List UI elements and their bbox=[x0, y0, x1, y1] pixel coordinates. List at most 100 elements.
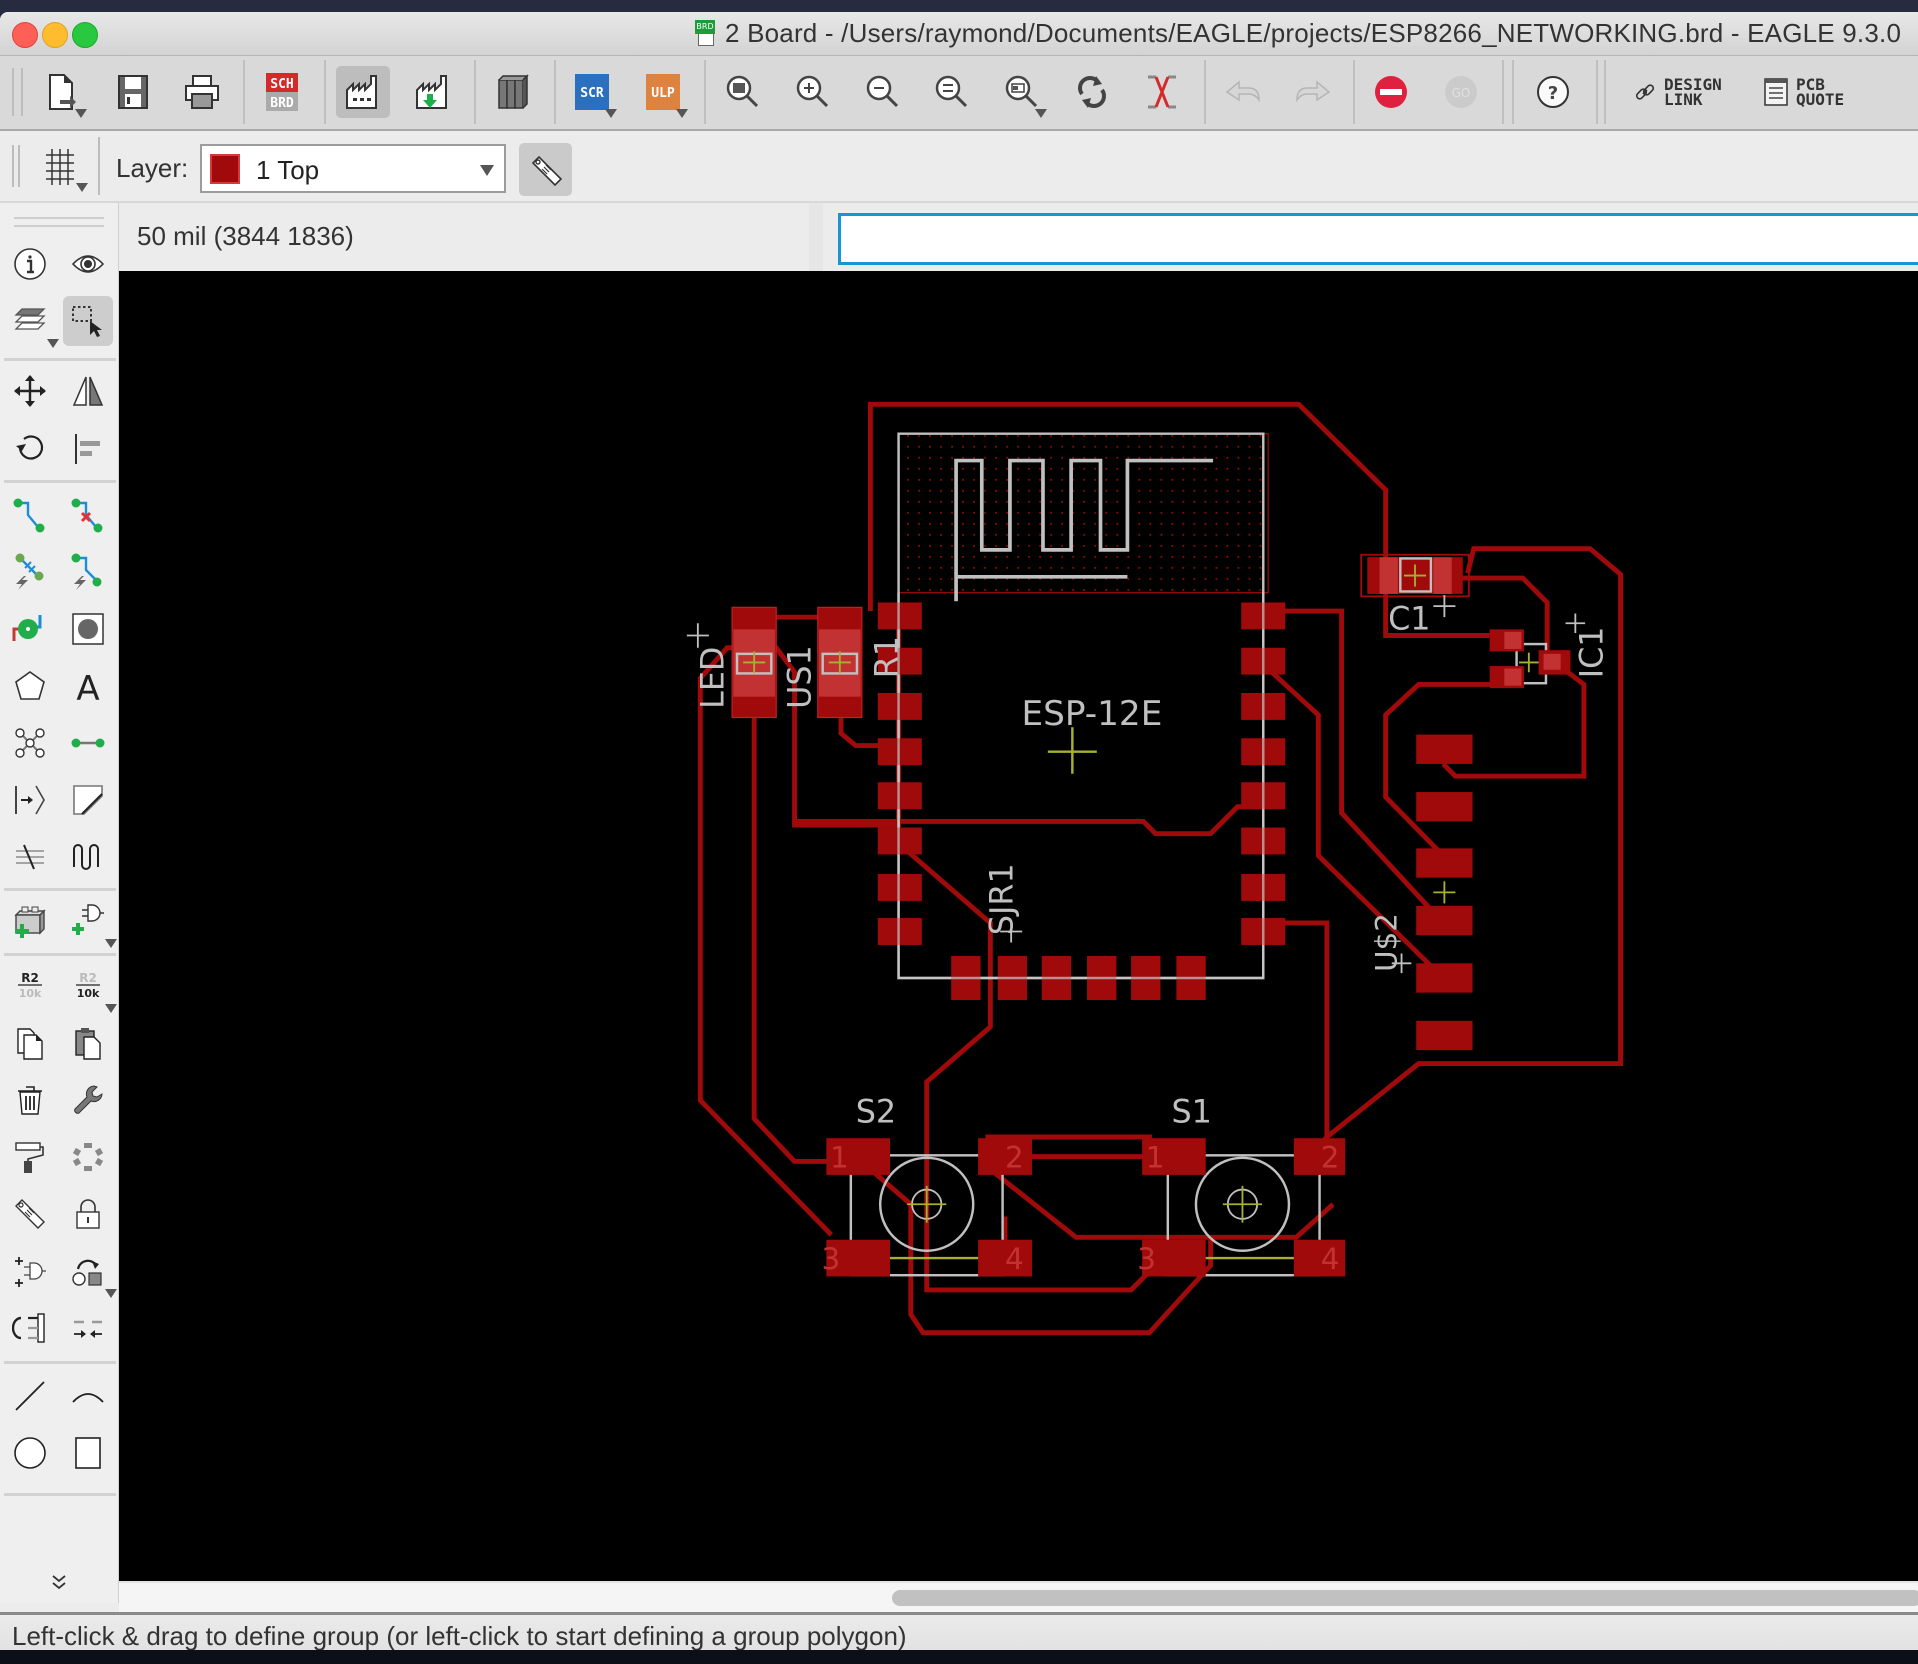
redo-button[interactable] bbox=[1286, 66, 1340, 118]
autorouter-tool[interactable] bbox=[5, 547, 55, 597]
group-select-tool[interactable] bbox=[63, 296, 113, 346]
meander-length-tool[interactable] bbox=[5, 832, 55, 882]
replace-tool[interactable] bbox=[5, 1246, 55, 1296]
move-tool[interactable] bbox=[5, 366, 55, 416]
via-tool[interactable] bbox=[5, 604, 55, 654]
open-button[interactable] bbox=[35, 66, 89, 118]
zoom-redraw-button[interactable] bbox=[925, 66, 979, 118]
zoom-menu-arrow[interactable] bbox=[1035, 109, 1047, 118]
copy-tool[interactable] bbox=[5, 1018, 55, 1068]
info-tool[interactable] bbox=[5, 239, 55, 289]
show-tool[interactable] bbox=[63, 239, 113, 289]
zoom-select-button[interactable] bbox=[995, 66, 1049, 118]
zoom-fit-button[interactable] bbox=[716, 66, 770, 118]
grid-button[interactable] bbox=[38, 143, 90, 193]
lock-tool[interactable] bbox=[63, 1189, 113, 1239]
dimension-tool[interactable] bbox=[63, 775, 113, 825]
arc-tool[interactable] bbox=[63, 1371, 113, 1421]
layer-settings-tool[interactable] bbox=[5, 296, 59, 348]
toolbar-grip[interactable] bbox=[18, 145, 20, 187]
delete-tool[interactable] bbox=[5, 1075, 55, 1125]
zoom-in-button[interactable] bbox=[786, 66, 840, 118]
horizontal-scrollbar[interactable] bbox=[119, 1581, 1918, 1613]
layers-menu-arrow[interactable] bbox=[47, 339, 59, 348]
switch-s1-component[interactable]: 1 2 3 4 S1 bbox=[1137, 1092, 1346, 1277]
pinswap-tool[interactable] bbox=[5, 1303, 55, 1353]
ic1-component[interactable]: IC1 bbox=[1489, 613, 1611, 689]
optimize-tool[interactable] bbox=[63, 1132, 113, 1182]
wire-connect-tool[interactable] bbox=[63, 718, 113, 768]
zoom-out-button[interactable] bbox=[856, 66, 910, 118]
attribute-tool[interactable] bbox=[5, 775, 55, 825]
paint-roller-tool[interactable] bbox=[5, 1132, 55, 1182]
open-menu-arrow[interactable] bbox=[75, 109, 87, 118]
library-button[interactable] bbox=[486, 66, 540, 118]
pcb-quote-button[interactable]: PCB QUOTE bbox=[1764, 70, 1844, 114]
split-tool[interactable] bbox=[63, 1303, 113, 1353]
rectangle-tool[interactable] bbox=[63, 1428, 113, 1478]
design-link-button[interactable]: DESIGN LINK bbox=[1634, 70, 1722, 114]
text-tool[interactable]: A bbox=[63, 661, 113, 711]
hole-tool[interactable] bbox=[63, 604, 113, 654]
panel-grip[interactable] bbox=[14, 225, 104, 227]
align-tool[interactable] bbox=[63, 423, 113, 473]
toolbar-grip[interactable] bbox=[12, 68, 14, 116]
panel-grip[interactable] bbox=[14, 217, 104, 219]
polygon-tool[interactable] bbox=[5, 661, 55, 711]
script-menu-arrow[interactable] bbox=[605, 109, 617, 118]
cam-processor-button[interactable] bbox=[336, 66, 390, 118]
stop-button[interactable] bbox=[1364, 66, 1418, 118]
s1-pin-1-label: 1 bbox=[1146, 1141, 1165, 1175]
go-button[interactable]: GO bbox=[1434, 66, 1488, 118]
line-tool[interactable] bbox=[5, 1371, 55, 1421]
ratsnest-button[interactable] bbox=[1135, 66, 1189, 118]
print-button[interactable] bbox=[175, 66, 229, 118]
switch-schematic-board-button[interactable]: SCH BRD bbox=[255, 66, 309, 118]
board-drawing[interactable]: ESP-12E LED US1 R1 C1 IC1 U$2 SJR1 1 2 3… bbox=[119, 271, 1918, 1581]
horizontal-scroll-thumb[interactable] bbox=[892, 1590, 1918, 1606]
esp-12e-module[interactable]: ESP-12E bbox=[877, 432, 1286, 1001]
circle-tool[interactable] bbox=[5, 1428, 55, 1478]
name-tool[interactable]: R2 10k bbox=[5, 961, 55, 1011]
toolbar-grip[interactable] bbox=[21, 68, 23, 116]
meander-tool[interactable] bbox=[63, 832, 113, 882]
route-tool[interactable] bbox=[5, 490, 55, 540]
save-button[interactable] bbox=[106, 66, 160, 118]
undo-button[interactable] bbox=[1216, 66, 1270, 118]
ripup-tool[interactable] bbox=[63, 490, 113, 540]
add-gate-tool[interactable] bbox=[63, 896, 117, 948]
sjr1-component[interactable]: SJR1 bbox=[982, 863, 1023, 943]
close-window-button[interactable] bbox=[12, 22, 38, 48]
layer-select[interactable]: 1 Top bbox=[200, 144, 506, 193]
layer-tag-button[interactable] bbox=[519, 143, 572, 196]
c1-component[interactable]: C1 bbox=[1360, 553, 1470, 638]
ulp-button[interactable]: ULP bbox=[636, 66, 690, 118]
library-icon bbox=[498, 74, 529, 109]
smash-swap-tool[interactable] bbox=[63, 1246, 117, 1298]
led-component[interactable]: LED bbox=[686, 606, 777, 719]
ulp-menu-arrow[interactable] bbox=[676, 109, 688, 118]
maximize-window-button[interactable] bbox=[72, 22, 98, 48]
paste-tool[interactable] bbox=[63, 1018, 113, 1068]
mirror-tool[interactable] bbox=[63, 366, 113, 416]
toolbar-grip[interactable] bbox=[12, 145, 14, 187]
expand-tools-button[interactable] bbox=[0, 1552, 118, 1611]
name-value-menu-arrow[interactable] bbox=[105, 1004, 117, 1013]
add-menu-arrow[interactable] bbox=[105, 939, 117, 948]
change-tool[interactable] bbox=[63, 1075, 113, 1125]
attribute-tag-tool[interactable] bbox=[5, 1189, 55, 1239]
swap-menu-arrow[interactable] bbox=[105, 1289, 117, 1298]
command-line-input[interactable] bbox=[838, 213, 1918, 265]
manufacturing-button[interactable] bbox=[406, 66, 460, 118]
add-part-tool[interactable] bbox=[5, 896, 55, 946]
value-tool[interactable]: R2 10k bbox=[63, 961, 117, 1013]
minimize-window-button[interactable] bbox=[42, 22, 68, 48]
rotate-tool[interactable] bbox=[5, 423, 55, 473]
signal-tool[interactable] bbox=[5, 718, 55, 768]
help-button[interactable]: ? bbox=[1526, 66, 1580, 118]
script-button[interactable]: SCR bbox=[565, 66, 619, 118]
board-canvas[interactable]: ESP-12E LED US1 R1 C1 IC1 U$2 SJR1 1 2 3… bbox=[119, 271, 1918, 1581]
redraw-button[interactable] bbox=[1065, 66, 1119, 118]
svg-text:?: ? bbox=[1548, 83, 1558, 104]
route-airwire-tool[interactable] bbox=[63, 547, 113, 597]
